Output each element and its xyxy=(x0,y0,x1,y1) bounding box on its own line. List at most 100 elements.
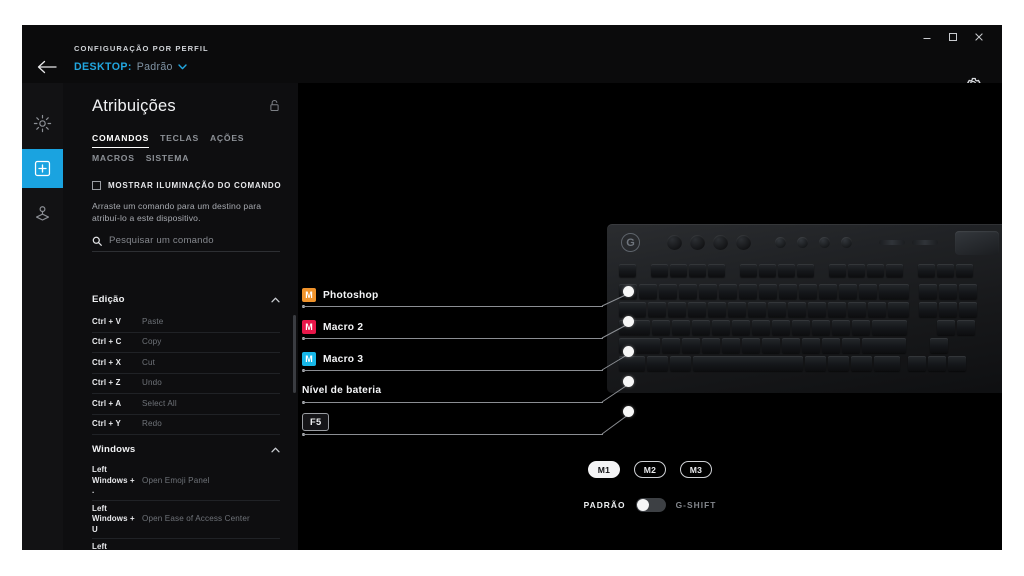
keyboard-gkey-dot[interactable] xyxy=(623,316,634,327)
lock-icon[interactable] xyxy=(269,99,280,117)
chevron-up-icon xyxy=(271,447,280,453)
command-desc: Cut xyxy=(142,357,156,367)
callout-line xyxy=(302,402,603,403)
command-desc: Open Ease of Access Center xyxy=(142,514,250,523)
command-row[interactable]: Left Windows + . Open Emoji Panel xyxy=(92,462,280,501)
command-row[interactable]: Left Windows + B Set Focus in Notificati… xyxy=(92,539,280,550)
command-row[interactable]: Ctrl + X Cut xyxy=(92,353,280,374)
command-key: Left Windows + U xyxy=(92,503,135,534)
command-row[interactable]: Ctrl + A Select All xyxy=(92,394,280,415)
group-header-edicao[interactable]: Edição xyxy=(63,285,298,312)
command-key: Ctrl + V xyxy=(92,316,122,326)
command-key: Ctrl + Z xyxy=(92,378,121,387)
callout-label-text: Macro 2 xyxy=(323,321,364,333)
command-desc: Undo xyxy=(142,378,162,387)
profile-selector[interactable]: DESKTOP: Padrão xyxy=(74,61,209,73)
macro-badge-icon: M xyxy=(302,352,316,366)
maximize-button[interactable] xyxy=(940,26,966,48)
toggle-label-gshift: G-SHIFT xyxy=(675,500,717,510)
command-desc: Select All xyxy=(142,398,177,408)
group-title: Edição xyxy=(92,294,125,305)
callout-label-text: Macro 3 xyxy=(323,353,364,365)
memory-buttons: M1 M2 M3 xyxy=(298,461,1002,478)
list-scrollbar[interactable] xyxy=(293,315,296,393)
callout-line xyxy=(302,306,603,307)
show-command-lighting-checkbox[interactable]: MOSTRAR ILUMINAÇÃO DO COMANDO xyxy=(63,172,298,190)
callout-assignment-f5[interactable]: F5 xyxy=(302,413,330,431)
command-key: Left Windows + . xyxy=(92,465,135,495)
gshift-toggle[interactable] xyxy=(635,498,666,512)
panel-header: Atribuições xyxy=(63,83,298,127)
back-button[interactable] xyxy=(30,53,64,81)
command-list[interactable]: Edição Ctrl + V Paste Ctrl + C Copy Ctrl… xyxy=(63,285,298,550)
device-stage: G M Photoshop M Macro 2 M Macro 3 Nível … xyxy=(298,83,1002,550)
tab-macros[interactable]: MACROS xyxy=(92,153,135,167)
tab-comandos[interactable]: COMANDOS xyxy=(92,133,150,148)
toggle-label-default: PADRÃO xyxy=(583,500,626,510)
profile-kicker: CONFIGURAÇÃO POR PERFIL xyxy=(74,44,209,53)
memory-button-m2[interactable]: M2 xyxy=(634,461,666,478)
callout-line xyxy=(302,434,603,435)
rail-item-lighting[interactable] xyxy=(22,104,63,143)
callout-assignment-macro2[interactable]: M Macro 2 xyxy=(302,320,363,334)
command-key: Ctrl + X xyxy=(92,357,122,367)
command-row[interactable]: Left Windows + U Open Ease of Access Cen… xyxy=(92,501,280,539)
command-row[interactable]: Ctrl + Z Undo xyxy=(92,374,280,394)
keyboard-gkey-dot[interactable] xyxy=(623,406,634,417)
command-row[interactable]: Ctrl + C Copy xyxy=(92,333,280,353)
command-row[interactable]: Ctrl + Y Redo xyxy=(92,415,280,435)
search-input[interactable] xyxy=(109,235,274,246)
toggle-knob xyxy=(636,499,649,511)
command-desc: Open Emoji Panel xyxy=(142,475,210,485)
close-button[interactable] xyxy=(966,26,992,48)
rail-item-assignments[interactable] xyxy=(22,149,63,188)
chevron-up-icon xyxy=(271,297,280,303)
chevron-down-icon xyxy=(178,64,187,70)
callout-assignment-macro3[interactable]: M Macro 3 xyxy=(302,352,363,366)
keyboard-gkey-dot[interactable] xyxy=(623,286,634,297)
search-icon xyxy=(92,236,102,246)
command-row[interactable]: Ctrl + V Paste xyxy=(92,312,280,333)
command-desc: Paste xyxy=(142,316,164,326)
panel-tabs: COMANDOS TECLAS AÇÕES MACROS SISTEMA xyxy=(63,127,298,172)
callout-line xyxy=(302,338,603,339)
ghub-app-window: CONFIGURAÇÃO POR PERFIL DESKTOP: Padrão xyxy=(22,25,1002,550)
rail-item-games[interactable] xyxy=(22,194,63,233)
maximize-icon xyxy=(949,33,957,41)
group-header-windows[interactable]: Windows xyxy=(63,435,298,462)
screenshot-root: CONFIGURAÇÃO POR PERFIL DESKTOP: Padrão xyxy=(0,0,1024,576)
command-key: Left Windows + B xyxy=(92,542,108,550)
macro-badge-icon: M xyxy=(302,288,316,302)
checkbox-label: MOSTRAR ILUMINAÇÃO DO COMANDO xyxy=(108,181,282,190)
memory-button-m1[interactable]: M1 xyxy=(588,461,620,478)
callout-connector-lines xyxy=(601,291,633,435)
callout-assignment-photoshop[interactable]: M Photoshop xyxy=(302,288,378,302)
profile-device-label: DESKTOP: xyxy=(74,61,132,73)
icon-rail xyxy=(22,83,63,550)
tab-sistema[interactable]: SISTEMA xyxy=(146,153,189,167)
callout-assignment-battery[interactable]: Nível de bateria xyxy=(302,385,381,396)
joystick-icon xyxy=(35,206,50,221)
memory-button-m3[interactable]: M3 xyxy=(680,461,712,478)
command-desc: Copy xyxy=(142,337,162,346)
plus-square-icon xyxy=(34,160,51,177)
minimize-button[interactable] xyxy=(914,26,940,48)
profile-name-label: Padrão xyxy=(136,61,173,73)
search-row xyxy=(92,235,280,252)
macro-badge-icon: M xyxy=(302,320,316,334)
assignments-panel: Atribuições COMANDOS TECLAS AÇÕES MACROS… xyxy=(63,83,298,550)
keyboard-gkey-dot[interactable] xyxy=(623,346,634,357)
command-desc: Set Focus in Notification Area xyxy=(136,550,280,551)
profile-block: CONFIGURAÇÃO POR PERFIL DESKTOP: Padrão xyxy=(74,43,209,73)
minimize-icon xyxy=(923,38,931,39)
close-icon xyxy=(975,33,983,41)
tab-acoes[interactable]: AÇÕES xyxy=(210,133,244,148)
callout-label-text: Photoshop xyxy=(323,289,379,301)
tab-teclas[interactable]: TECLAS xyxy=(160,133,199,148)
window-controls xyxy=(914,25,992,49)
callout-layer: M Photoshop M Macro 2 M Macro 3 Nível de… xyxy=(298,83,1002,550)
keyboard-gkey-dot[interactable] xyxy=(623,376,634,387)
gshift-toggle-row: PADRÃO G-SHIFT xyxy=(298,498,1002,512)
brightness-icon xyxy=(33,114,52,133)
titlebar: CONFIGURAÇÃO POR PERFIL DESKTOP: Padrão xyxy=(22,25,1002,91)
